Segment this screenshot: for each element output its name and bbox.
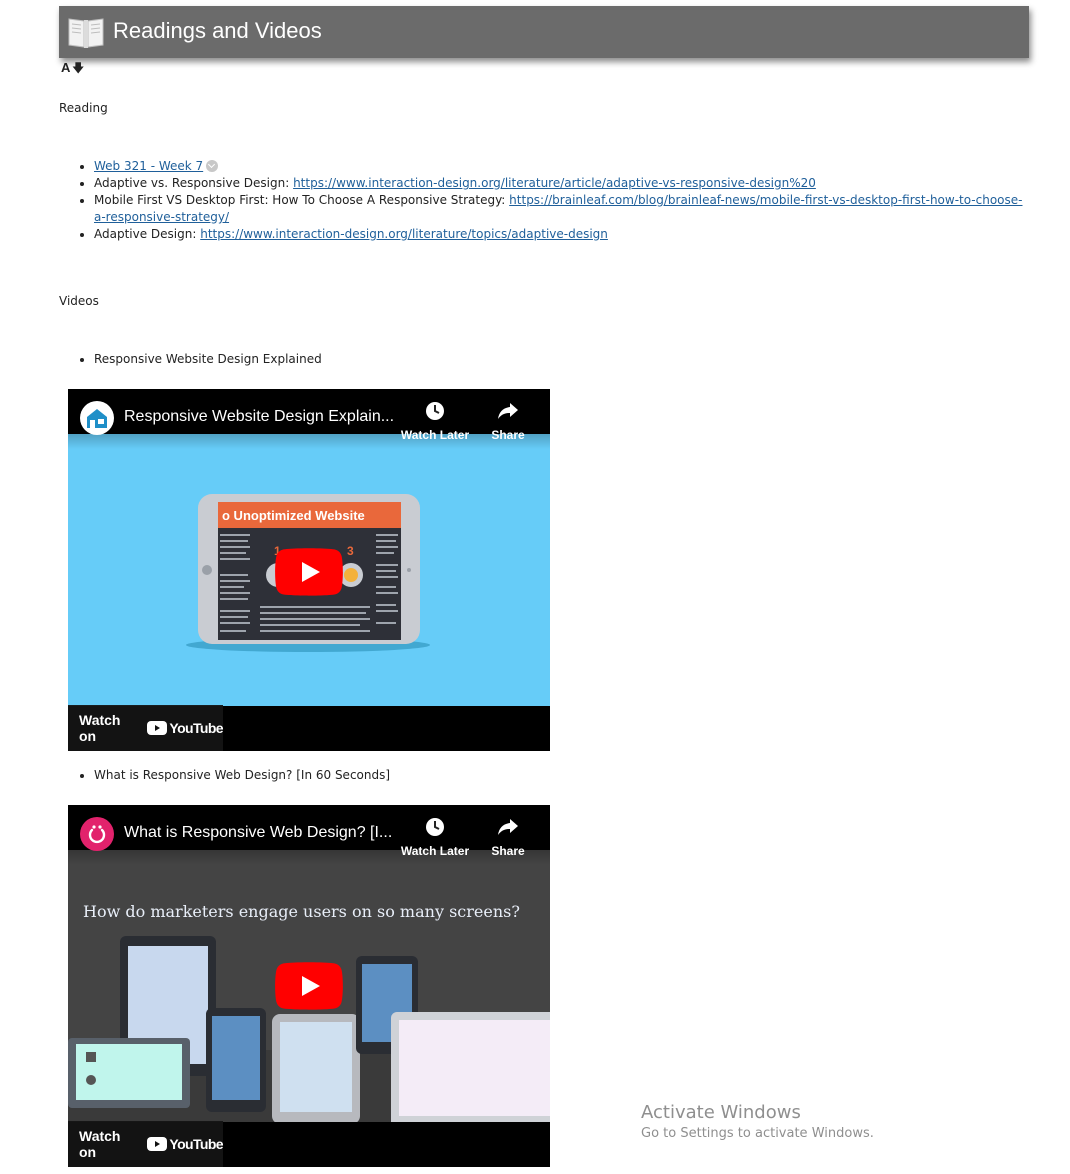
list-item: Responsive Website Design Explained (94, 351, 1034, 368)
thumbnail-heading: o Unoptimized Website (222, 508, 365, 523)
reading-label: Adaptive Design: (94, 227, 201, 241)
clock-icon (426, 818, 444, 836)
youtube-logo-icon: YouTube (147, 1136, 224, 1152)
week-link[interactable]: Web 321 - Week 7 (94, 159, 203, 173)
video-title[interactable]: Responsive Website Design Explain... (124, 408, 394, 426)
list-item: Mobile First VS Desktop First: How To Ch… (94, 192, 1034, 226)
video-list: What is Responsive Web Design? [In 60 Se… (76, 767, 1034, 784)
watermark-subtitle: Go to Settings to activate Windows. (641, 1126, 874, 1141)
activation-watermark: Activate Windows Go to Settings to activ… (641, 1102, 874, 1141)
clock-icon (426, 402, 444, 420)
video-player-1[interactable]: o Unoptimized Website 1 2 3 Responsive W… (68, 389, 550, 751)
play-button[interactable] (275, 548, 343, 596)
youtube-logo-icon: YouTube (147, 720, 224, 736)
page-title: Readings and Videos (113, 18, 322, 43)
share-button[interactable]: Share (473, 817, 543, 858)
thumbnail-number: 3 (347, 544, 354, 558)
thumbnail-heading: How do marketers engage users on so many… (83, 902, 520, 921)
list-item: Web 321 - Week 7 (94, 158, 1034, 175)
reading-heading: Reading (59, 101, 108, 115)
share-button[interactable]: Share (473, 401, 543, 442)
play-button[interactable] (275, 962, 343, 1010)
chevron-down-icon[interactable] (206, 160, 219, 172)
reading-label: Mobile First VS Desktop First: How To Ch… (94, 193, 510, 207)
list-item: Adaptive Design: https://www.interaction… (94, 226, 1034, 243)
page-header: Readings and Videos (59, 6, 1029, 58)
watch-on-youtube-button[interactable]: Watch on YouTube (68, 1121, 224, 1167)
reading-link[interactable]: https://www.interaction-design.org/liter… (293, 176, 816, 190)
watch-later-button[interactable]: Watch Later (400, 401, 470, 442)
video-list: Responsive Website Design Explained (76, 351, 1034, 368)
book-icon (68, 18, 104, 48)
list-item: What is Responsive Web Design? [In 60 Se… (94, 767, 1034, 784)
watch-later-button[interactable]: Watch Later (400, 817, 470, 858)
channel-avatar[interactable] (80, 817, 114, 851)
video-title[interactable]: What is Responsive Web Design? [I... (124, 824, 392, 842)
reading-link[interactable]: https://www.interaction-design.org/liter… (200, 227, 608, 241)
videos-heading: Videos (59, 294, 99, 308)
video-player-2[interactable]: How do marketers engage users on so many… (68, 805, 550, 1167)
reading-list: Web 321 - Week 7 Adaptive vs. Responsive… (76, 158, 1034, 243)
watermark-title: Activate Windows (641, 1102, 801, 1123)
reading-label: Adaptive vs. Responsive Design: (94, 176, 294, 190)
list-item: Adaptive vs. Responsive Design: https://… (94, 175, 1034, 192)
power-icon (88, 825, 106, 844)
share-icon (498, 819, 518, 835)
house-icon (87, 409, 107, 428)
watch-on-youtube-button[interactable]: Watch on YouTube (68, 705, 224, 751)
share-icon (498, 403, 518, 419)
channel-avatar[interactable] (80, 401, 114, 435)
